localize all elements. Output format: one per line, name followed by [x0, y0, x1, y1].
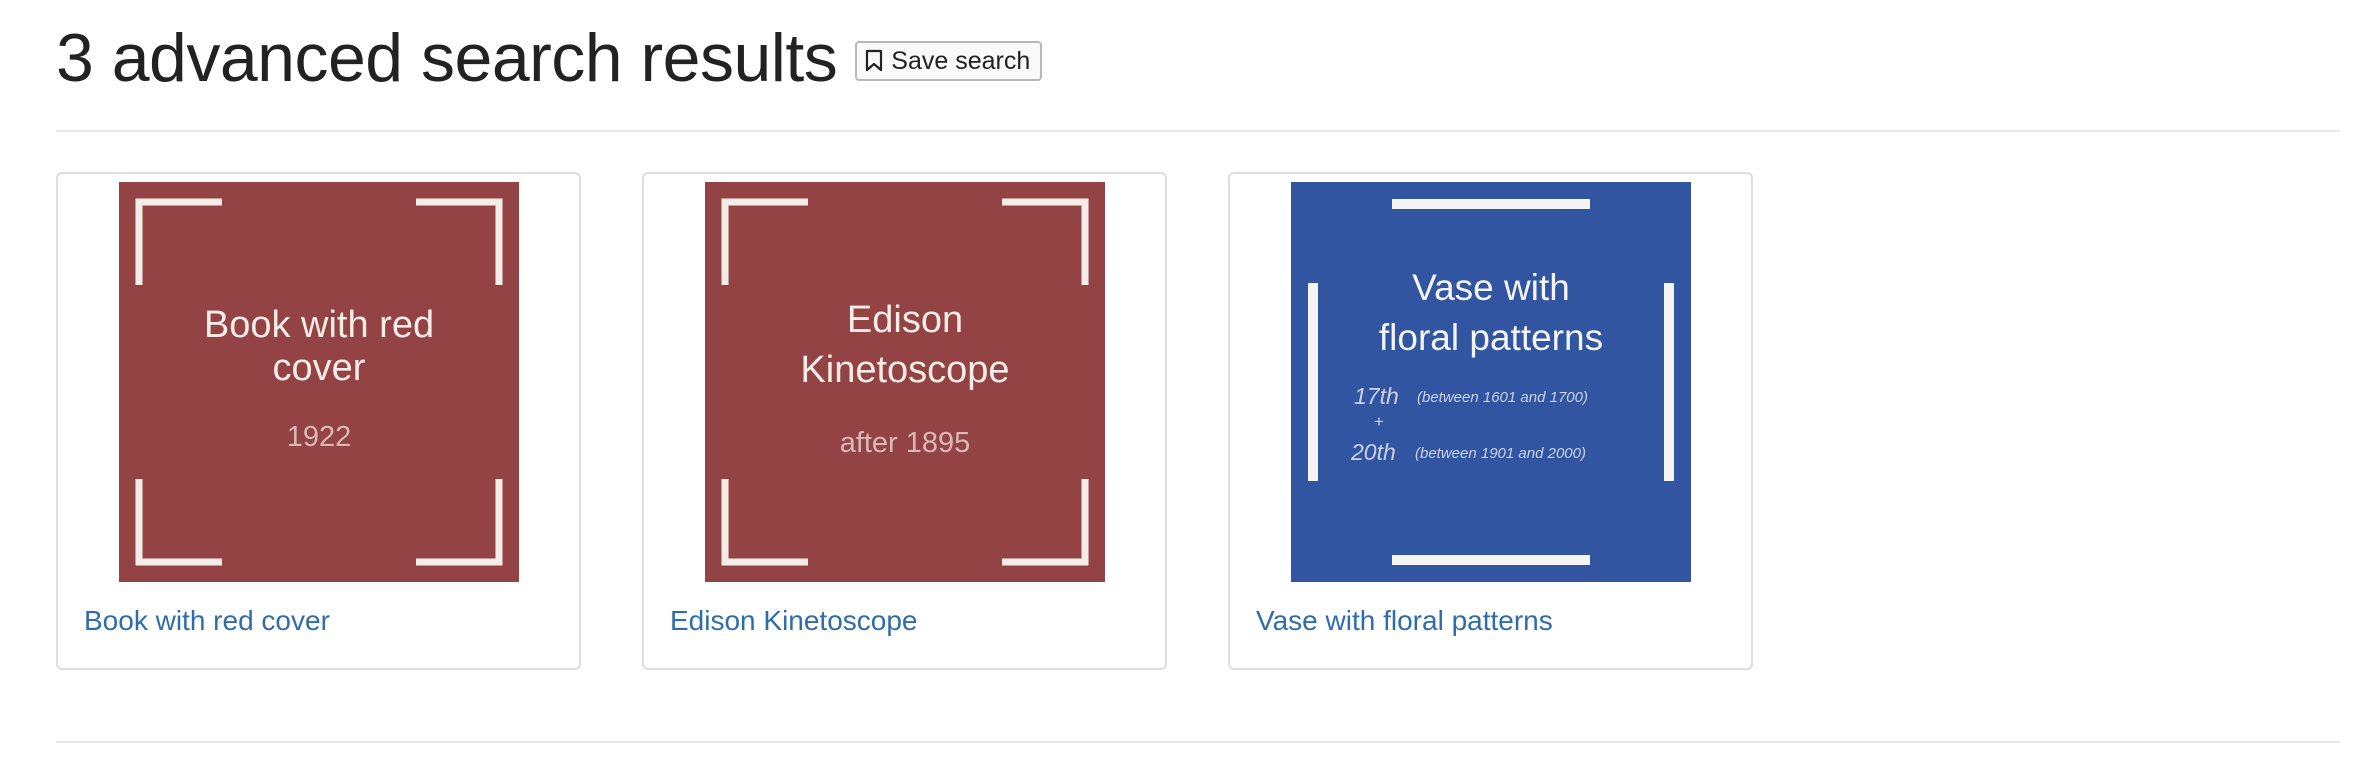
footer-divider	[56, 741, 2340, 743]
result-link[interactable]: Edison Kinetoscope	[670, 605, 918, 637]
results-grid: Book with red cover 1922 Book with red c…	[56, 172, 1753, 670]
thumbnail-title-line-1: Vase with	[1412, 267, 1570, 308]
result-card: Edison Kinetoscope after 1895 Edison Kin…	[642, 172, 1167, 670]
thumbnail-title-line-2: floral patterns	[1379, 317, 1603, 358]
result-link[interactable]: Vase with floral patterns	[1256, 605, 1553, 637]
thumbnail-range-2: (between 1901 and 2000)	[1415, 445, 1586, 462]
results-header: 3 advanced search results Save search	[56, 14, 1043, 102]
thumbnail-title-line-2: Kinetoscope	[800, 349, 1009, 391]
search-results-page: 3 advanced search results Save search Bo…	[0, 0, 2374, 762]
result-thumbnail[interactable]: Book with red cover 1922	[119, 182, 519, 582]
result-thumbnail[interactable]: Vase with floral patterns 17th (between …	[1291, 182, 1691, 582]
thumbnail-date: after 1895	[840, 427, 971, 459]
header-divider	[56, 130, 2340, 132]
result-link[interactable]: Book with red cover	[84, 605, 330, 637]
thumbnail-plus: +	[1374, 412, 1384, 431]
result-card: Book with red cover 1922 Book with red c…	[56, 172, 581, 670]
thumbnail-date: 1922	[287, 421, 352, 453]
page-title: 3 advanced search results	[56, 20, 838, 96]
save-search-label: Save search	[891, 46, 1031, 75]
save-search-button[interactable]: Save search	[855, 41, 1043, 81]
thumbnail-century-2: 20th	[1350, 439, 1396, 465]
bookmark-icon	[865, 49, 883, 73]
result-thumbnail[interactable]: Edison Kinetoscope after 1895	[705, 182, 1105, 582]
thumbnail-range-1: (between 1601 and 1700)	[1417, 389, 1588, 406]
thumbnail-title-line-2: cover	[273, 347, 366, 389]
thumbnail-background	[1291, 182, 1691, 582]
result-card: Vase with floral patterns 17th (between …	[1228, 172, 1753, 670]
thumbnail-century-1: 17th	[1354, 383, 1399, 409]
thumbnail-title-line-1: Book with red	[204, 304, 434, 346]
thumbnail-title-line-1: Edison	[847, 299, 963, 341]
